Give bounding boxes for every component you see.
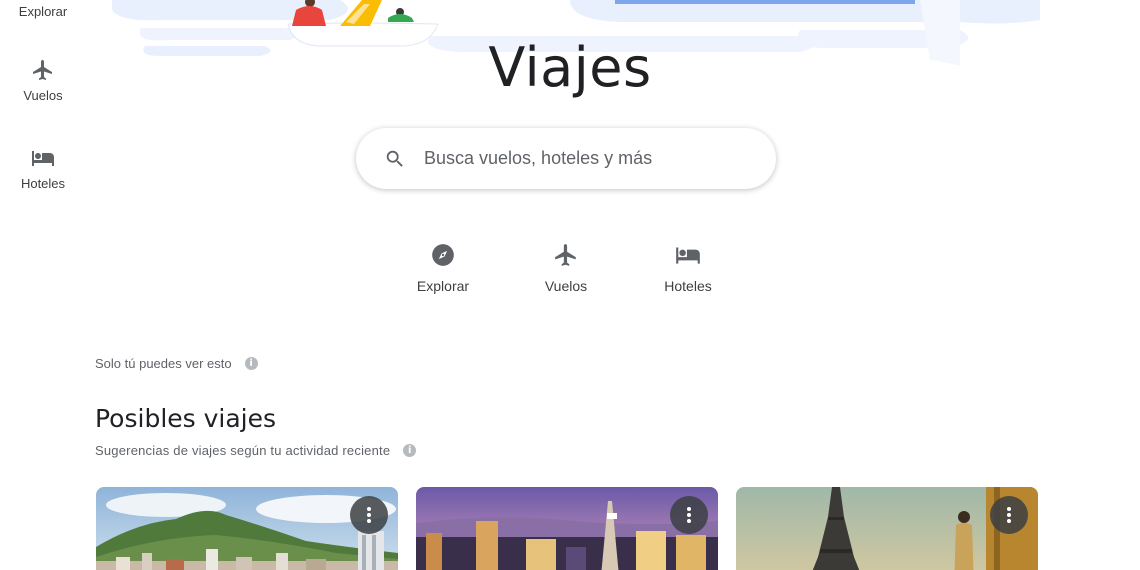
hotel-icon: [676, 247, 700, 264]
rail-item-hotels[interactable]: Hoteles: [0, 146, 86, 191]
trip-card[interactable]: [736, 487, 1038, 570]
rail-item-label: Hoteles: [20, 176, 66, 191]
search-icon: [386, 150, 403, 167]
quick-nav-flights[interactable]: Vuelos: [506, 242, 626, 296]
search-box[interactable]: [356, 128, 776, 189]
info-icon[interactable]: i: [244, 357, 258, 370]
quick-nav-hotels[interactable]: Hoteles: [628, 242, 748, 296]
trip-card[interactable]: [416, 487, 718, 570]
quick-nav-label: Explorar: [416, 278, 470, 294]
hotel-icon: [32, 151, 54, 166]
privacy-note: Solo tú puedes ver esto i: [95, 356, 258, 371]
section-subtitle-text: Sugerencias de viajes según tu actividad…: [95, 443, 391, 458]
quick-nav-label: Vuelos: [544, 278, 588, 294]
more-vert-icon[interactable]: [670, 496, 708, 534]
mountain-city-photo: [96, 487, 398, 570]
eiffel-tower-photo: [736, 487, 1038, 570]
privacy-note-text: Solo tú puedes ver esto: [95, 356, 232, 371]
compass-icon: [432, 244, 454, 266]
quick-nav-label: Hoteles: [664, 278, 712, 294]
flight-icon: [555, 244, 576, 266]
rail-item-label: Explorar: [18, 4, 68, 19]
section-title: Posibles viajes: [95, 404, 277, 433]
quick-nav-explore[interactable]: Explorar: [383, 242, 503, 296]
search-input[interactable]: [424, 148, 744, 169]
trip-card[interactable]: [96, 487, 398, 570]
las-vegas-photo: [416, 487, 718, 570]
rail-item-explore[interactable]: Explorar: [0, 4, 86, 19]
more-vert-icon[interactable]: [350, 496, 388, 534]
more-vert-icon[interactable]: [990, 496, 1028, 534]
page-title: Viajes: [488, 36, 652, 99]
info-icon[interactable]: i: [403, 444, 417, 457]
section-subtitle: Sugerencias de viajes según tu actividad…: [95, 443, 417, 458]
